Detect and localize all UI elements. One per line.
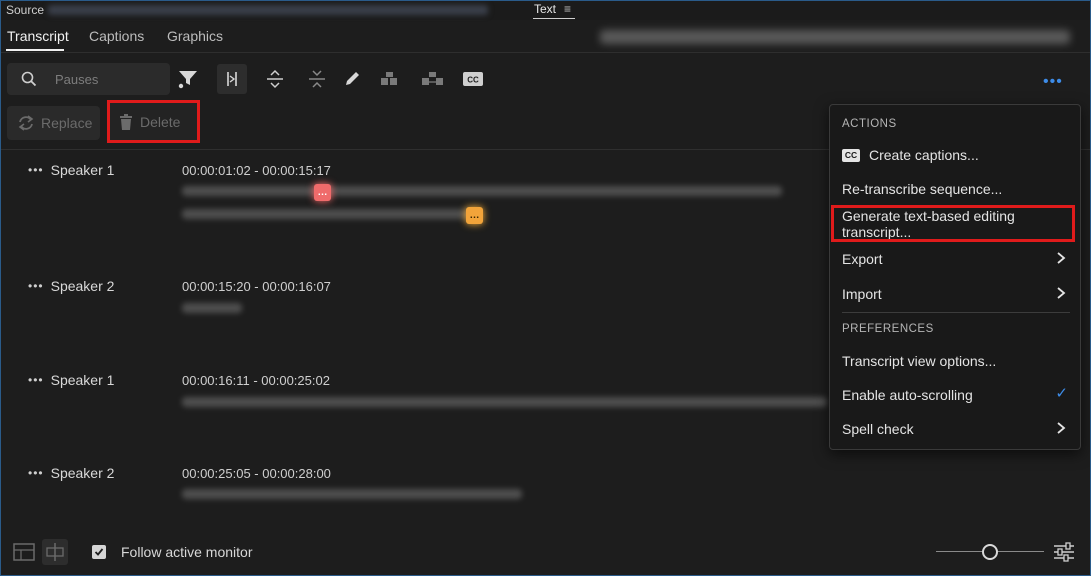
menu-item-auto-scrolling[interactable]: Enable auto-scrolling ✓	[842, 381, 1070, 409]
speaker-menu[interactable]: ••• Speaker 2	[28, 278, 114, 294]
active-tab-indicator	[6, 49, 64, 51]
menu-item-spell-check[interactable]: Spell check	[842, 415, 1070, 443]
speaker-menu[interactable]: ••• Speaker 1	[28, 372, 114, 388]
follow-monitor-label: Follow active monitor	[121, 544, 253, 560]
split-icon[interactable]	[420, 66, 446, 92]
speaker-options-icon[interactable]: •••	[28, 163, 44, 177]
chevron-right-icon	[1057, 252, 1066, 264]
sync-icon[interactable]	[42, 539, 68, 565]
edit-icon[interactable]	[339, 66, 365, 92]
cc-icon: CC	[842, 148, 860, 162]
menu-item-retranscribe[interactable]: Re-transcribe sequence...	[842, 175, 1070, 203]
menu-section-actions: ACTIONS	[842, 118, 897, 130]
merge-icon[interactable]	[377, 66, 403, 92]
collapse-icon[interactable]	[304, 66, 330, 92]
speaker-label: Speaker 2	[50, 465, 115, 481]
svg-text:CC: CC	[467, 76, 479, 85]
source-label: Source	[6, 3, 45, 17]
menu-item-label: Create captions...	[869, 147, 979, 163]
more-options-icon[interactable]: •••	[1043, 73, 1063, 91]
filter-icon[interactable]	[175, 66, 201, 92]
zoom-slider-handle[interactable]	[982, 544, 998, 560]
speaker-menu[interactable]: ••• Speaker 1	[28, 162, 114, 178]
sequence-name-redacted	[600, 30, 1070, 44]
delete-label: Delete	[140, 113, 181, 130]
tabs-divider	[0, 52, 1091, 53]
segment-timecode: 00:00:25:05 - 00:00:28:00	[182, 466, 331, 481]
speaker-options-icon[interactable]: •••	[28, 279, 44, 293]
expand-icon[interactable]	[262, 66, 288, 92]
segment-timecode: 00:00:01:02 - 00:00:15:17	[182, 163, 331, 178]
delete-button[interactable]: Delete	[107, 100, 200, 143]
highlight-annotation	[831, 205, 1075, 242]
menu-item-import[interactable]: Import	[842, 280, 1070, 308]
scroll-to-playhead-icon[interactable]	[11, 539, 37, 565]
panel-header: Source Text ≡	[0, 0, 1091, 20]
adjustments-icon[interactable]	[1052, 541, 1076, 563]
menu-section-preferences: PREFERENCES	[842, 323, 934, 335]
transcript-text-redacted	[182, 303, 242, 313]
menu-item-label: Import	[842, 286, 882, 302]
speaker-label: Speaker 1	[50, 372, 115, 388]
speaker-options-icon[interactable]: •••	[28, 373, 44, 387]
cc-icon[interactable]: CC	[460, 66, 486, 92]
chevron-right-icon	[1057, 422, 1066, 434]
tab-captions[interactable]: Captions	[89, 28, 144, 44]
menu-item-view-options[interactable]: Transcript view options...	[842, 347, 1070, 375]
checkmark-icon: ✓	[1055, 385, 1068, 402]
menu-item-export[interactable]: Export	[842, 245, 1070, 273]
panel-menu-icon[interactable]: ≡	[564, 2, 571, 16]
menu-divider	[842, 312, 1070, 313]
source-name-redacted	[48, 5, 488, 15]
follow-monitor-control: Follow active monitor	[92, 544, 253, 560]
refresh-icon	[18, 115, 34, 131]
follow-monitor-checkbox[interactable]	[92, 545, 106, 559]
chevron-right-icon	[1057, 287, 1066, 299]
panel-title-underline	[533, 18, 575, 19]
transcript-text-redacted	[182, 186, 782, 196]
menu-item-label: Transcript view options...	[842, 353, 997, 369]
menu-item-label: Spell check	[842, 421, 914, 437]
transcript-text-redacted	[182, 489, 522, 499]
tab-transcript[interactable]: Transcript	[7, 28, 69, 44]
replace-button[interactable]: Replace	[7, 106, 100, 140]
transcript-text-redacted	[182, 209, 472, 219]
search-input[interactable]	[47, 67, 162, 91]
search-icon	[21, 71, 37, 87]
segment-timecode: 00:00:15:20 - 00:00:16:07	[182, 279, 331, 294]
segment-timecode: 00:00:16:11 - 00:00:25:02	[182, 373, 330, 388]
panel-title[interactable]: Text	[534, 2, 556, 16]
speaker-label: Speaker 1	[50, 162, 115, 178]
pause-marker-icon[interactable]: …	[466, 207, 483, 224]
search-box	[7, 63, 170, 95]
menu-item-label: Re-transcribe sequence...	[842, 181, 1003, 197]
menu-item-label: Enable auto-scrolling	[842, 387, 973, 403]
tab-graphics[interactable]: Graphics	[167, 28, 223, 44]
speaker-menu[interactable]: ••• Speaker 2	[28, 465, 114, 481]
replace-label: Replace	[41, 115, 93, 131]
pause-marker-icon[interactable]: …	[314, 184, 331, 201]
speaker-label: Speaker 2	[50, 278, 115, 294]
menu-item-create-captions[interactable]: CC Create captions...	[842, 141, 1070, 169]
speaker-options-icon[interactable]: •••	[28, 466, 44, 480]
toggle-pauses-icon[interactable]	[217, 64, 247, 94]
menu-item-label: Export	[842, 251, 883, 267]
transcript-options-menu: ACTIONS CC Create captions... Re-transcr…	[829, 104, 1081, 450]
transcript-text-redacted	[182, 397, 827, 407]
trash-icon	[120, 113, 132, 130]
